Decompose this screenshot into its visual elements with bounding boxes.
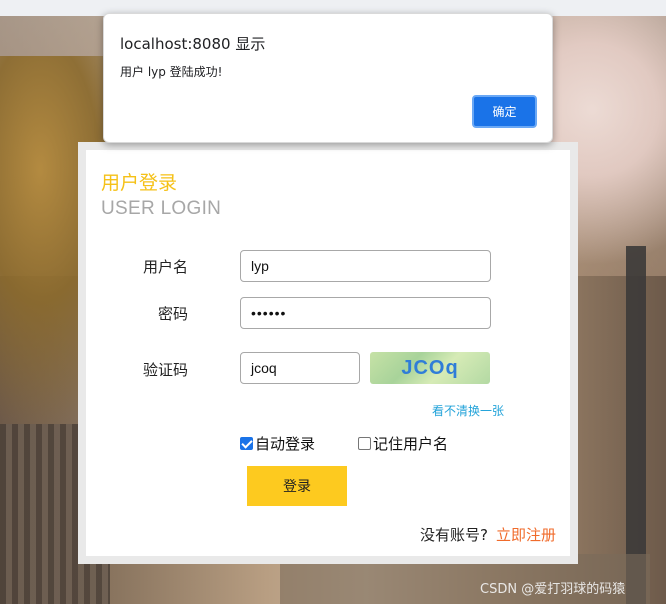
dialog-title: localhost:8080 显示 xyxy=(120,35,266,53)
login-subtitle: USER LOGIN xyxy=(101,198,222,219)
username-label: 用户名 xyxy=(142,258,188,276)
register-link[interactable]: 立即注册 xyxy=(496,524,556,545)
auto-login-checkbox[interactable] xyxy=(240,437,253,450)
remember-username-option[interactable]: 记住用户名 xyxy=(358,433,448,454)
captcha-image-text: JCOq xyxy=(401,356,459,379)
dialog-ok-button[interactable]: 确定 xyxy=(472,95,537,128)
login-title: 用户登录 xyxy=(101,172,178,194)
alert-dialog: localhost:8080 显示 用户 lyp 登陆成功! 确定 xyxy=(103,13,553,143)
watermark: CSDN @爱打羽球的码猿 xyxy=(480,582,626,597)
refresh-captcha-link[interactable]: 看不清换一张 xyxy=(432,402,504,419)
dialog-message: 用户 lyp 登陆成功! xyxy=(120,65,223,79)
password-label: 密码 xyxy=(157,305,188,323)
captcha-image[interactable]: JCOq xyxy=(370,352,490,384)
auto-login-label: 自动登录 xyxy=(255,435,316,453)
login-button[interactable]: 登录 xyxy=(247,466,347,506)
password-input[interactable]: •••••• xyxy=(240,297,491,329)
captcha-input[interactable]: jcoq xyxy=(240,352,360,384)
remember-username-checkbox[interactable] xyxy=(358,437,371,450)
remember-username-label: 记住用户名 xyxy=(373,435,449,453)
background-pole xyxy=(626,246,646,604)
no-account-text: 没有账号? xyxy=(420,526,488,544)
captcha-label: 验证码 xyxy=(142,361,188,379)
auto-login-option[interactable]: 自动登录 xyxy=(240,433,315,454)
username-input[interactable]: lyp xyxy=(240,250,491,282)
